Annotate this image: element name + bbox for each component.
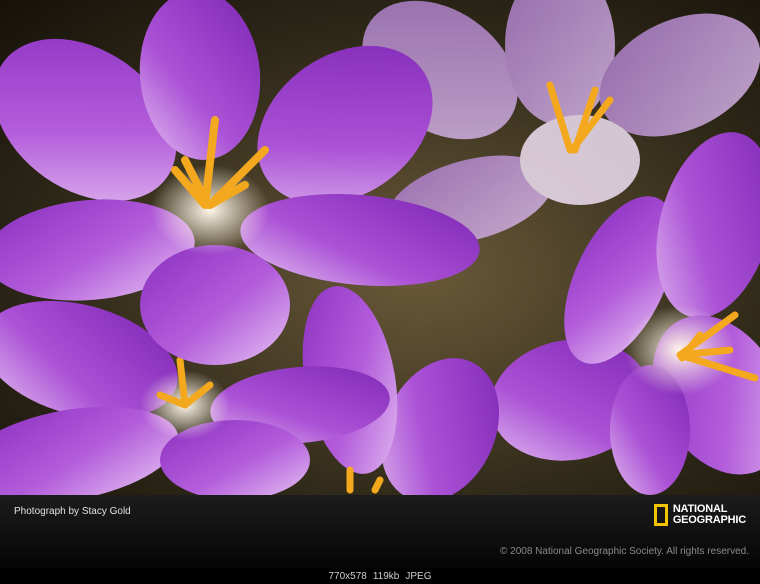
credit-bar: Photograph by Stacy Gold NATIONAL GEOGRA… — [0, 495, 760, 568]
image-format: JPEG — [405, 570, 432, 582]
logo-text: NATIONAL GEOGRAPHIC — [673, 504, 746, 526]
image-file-size: 119kb — [372, 570, 400, 582]
crocus-photo — [0, 0, 760, 495]
national-geographic-logo: NATIONAL GEOGRAPHIC — [653, 504, 746, 526]
photo-credit: Photograph by Stacy Gold — [14, 506, 131, 517]
copyright-notice: © 2008 National Geographic Society. All … — [500, 546, 749, 557]
image-viewer: Photograph by Stacy Gold NATIONAL GEOGRA… — [0, 0, 760, 584]
image-info-bar: 770x578 119kb JPEG — [0, 568, 760, 584]
crocus-illustration — [0, 0, 760, 495]
image-dimensions: 770x578 — [328, 570, 367, 582]
logo-line-2: GEOGRAPHIC — [672, 514, 746, 526]
yellow-frame-icon — [653, 504, 668, 526]
